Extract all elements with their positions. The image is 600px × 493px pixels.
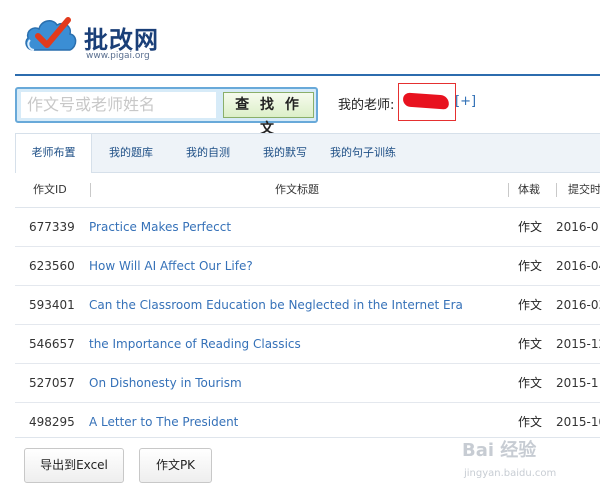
essay-type: 作文 <box>518 298 543 312</box>
table-header: 作文ID 作文标题 体裁 提交时 <box>15 173 600 208</box>
column-header-title[interactable]: 作文标题 <box>275 173 319 207</box>
essay-id: 677339 <box>29 220 75 234</box>
essay-date: 2015-1 <box>556 376 599 390</box>
site-url: www.pigai.org <box>86 51 150 61</box>
tab-my-self-test[interactable]: 我的自测 <box>178 134 238 172</box>
tab-teacher-assigned[interactable]: 老师布置 <box>15 134 92 173</box>
search-button[interactable]: 查 找 作 文 <box>223 92 314 137</box>
baidu-watermark: Bai 经验 jingyan.baidu.com <box>462 436 600 492</box>
watermark-logo: Bai 经验 <box>462 440 537 461</box>
tab-my-sentence-training[interactable]: 我的句子训练 <box>327 134 399 172</box>
essay-date: 2016-03 <box>556 298 600 312</box>
essay-id: 593401 <box>29 298 75 312</box>
search-box: 查 找 作 文 <box>15 87 318 137</box>
table-row: 546657 the Importance of Reading Classic… <box>15 325 600 364</box>
essay-table-body: 677339 Practice Makes Perfecct 作文 2016-0… <box>15 208 600 442</box>
search-input[interactable] <box>21 92 216 118</box>
essay-title-link[interactable]: On Dishonesty in Tourism <box>89 364 242 402</box>
essay-id: 623560 <box>29 259 75 273</box>
essay-date: 2016-0 <box>556 220 599 234</box>
column-divider <box>90 183 91 197</box>
tab-bar: 老师布置 我的题库 我的自测 我的默写 我的句子训练 <box>15 133 600 173</box>
essay-type: 作文 <box>518 376 543 390</box>
add-teacher-link[interactable]: [+] <box>455 94 476 109</box>
essay-id: 527057 <box>29 376 75 390</box>
essay-title-link[interactable]: the Importance of Reading Classics <box>89 325 301 363</box>
table-row: 677339 Practice Makes Perfecct 作文 2016-0 <box>15 208 600 247</box>
essay-title-link[interactable]: How Will AI Affect Our Life? <box>89 247 253 285</box>
essay-type: 作文 <box>518 220 543 234</box>
essay-type: 作文 <box>518 259 543 273</box>
essay-title-link[interactable]: Can the Classroom Education be Neglected… <box>89 286 463 324</box>
essay-title-link[interactable]: A Letter to The President <box>89 403 238 441</box>
column-divider <box>556 183 557 197</box>
essay-date: 2015-12 <box>556 337 600 351</box>
export-excel-button[interactable]: 导出到Excel <box>24 448 124 483</box>
table-row: 623560 How Will AI Affect Our Life? 作文 2… <box>15 247 600 286</box>
header-divider <box>15 74 600 76</box>
table-row: 593401 Can the Classroom Education be Ne… <box>15 286 600 325</box>
teacher-name-redacted <box>398 83 456 121</box>
column-divider <box>508 183 509 197</box>
column-header-id[interactable]: 作文ID <box>33 173 67 207</box>
teacher-label: 我的老师: <box>338 98 395 113</box>
site-title: 批改网 <box>84 26 159 54</box>
column-header-date[interactable]: 提交时 <box>568 173 600 207</box>
tab-my-dictation[interactable]: 我的默写 <box>255 134 315 172</box>
cloud-check-icon <box>25 17 77 51</box>
essay-title-link[interactable]: Practice Makes Perfecct <box>89 208 231 246</box>
tab-my-question-bank[interactable]: 我的题库 <box>101 134 161 172</box>
essay-id: 546657 <box>29 337 75 351</box>
column-header-type[interactable]: 体裁 <box>518 173 540 207</box>
watermark-url: jingyan.baidu.com <box>464 468 557 479</box>
table-row: 527057 On Dishonesty in Tourism 作文 2015-… <box>15 364 600 403</box>
essay-date: 2016-04 <box>556 259 600 273</box>
essay-type: 作文 <box>518 337 543 351</box>
essay-pk-button[interactable]: 作文PK <box>139 448 212 483</box>
essay-id: 498295 <box>29 415 75 429</box>
